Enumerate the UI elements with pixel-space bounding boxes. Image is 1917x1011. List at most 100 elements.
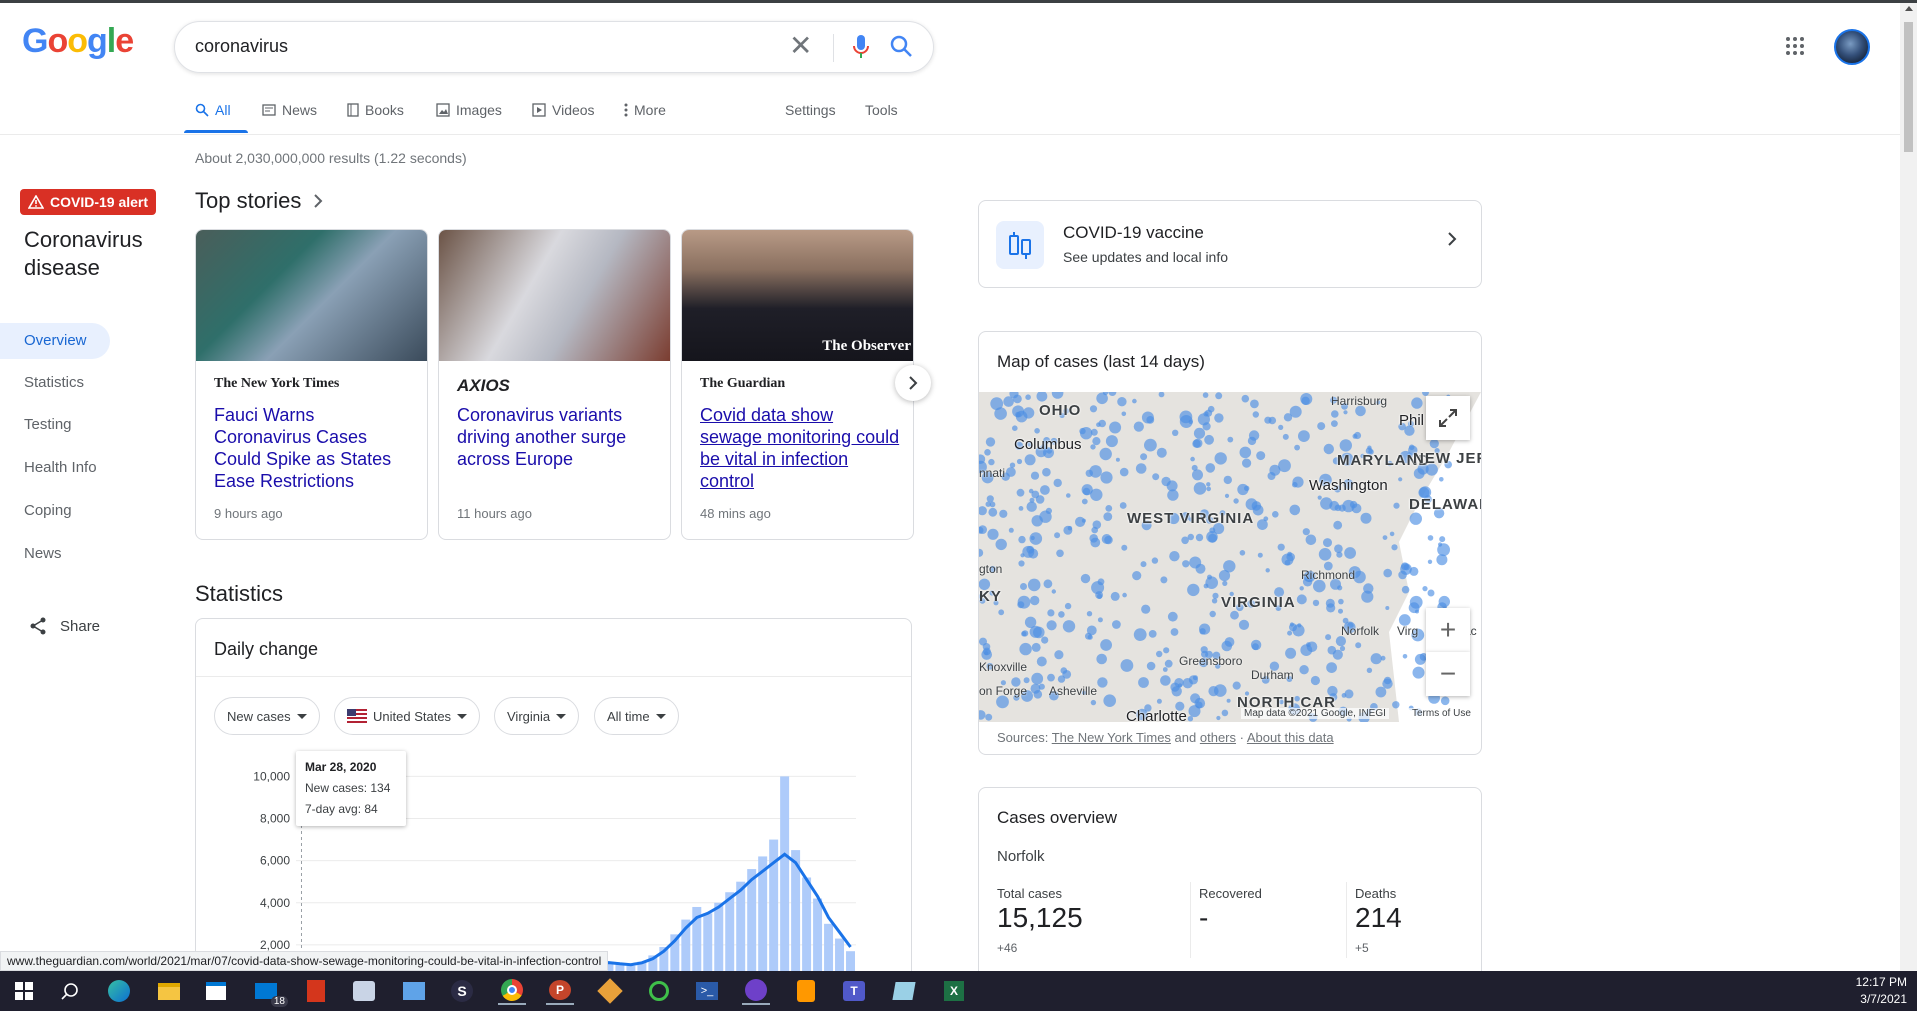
- region-dropdown[interactable]: Virginia: [494, 697, 580, 735]
- story-card-2[interactable]: AXIOS Coronavirus variants driving anoth…: [438, 229, 671, 540]
- map-case-dot: [1187, 716, 1194, 722]
- chart-bar[interactable]: [747, 869, 757, 987]
- taskbar-search-icon[interactable]: [56, 977, 84, 1005]
- outlook-icon[interactable]: [400, 977, 428, 1005]
- powershell-icon[interactable]: >_: [693, 977, 721, 1005]
- google-doodle-logo[interactable]: Google: [22, 22, 134, 61]
- map-case-dot: [1252, 411, 1259, 418]
- map-case-dot: [1097, 593, 1103, 599]
- map-case-dot: [1296, 594, 1307, 605]
- map-case-dot: [1132, 398, 1137, 404]
- search-input[interactable]: coronavirus: [195, 36, 288, 57]
- source-link-nyt[interactable]: The New York Times: [1052, 730, 1171, 745]
- map-case-dot: [1256, 451, 1266, 461]
- stat-value-deaths: 214: [1355, 902, 1402, 933]
- map-case-dot: [1133, 628, 1147, 641]
- map-case-dot: [1151, 557, 1159, 564]
- clear-search-icon[interactable]: ✕: [789, 32, 812, 60]
- map-case-dot: [1216, 715, 1221, 721]
- map-case-dot: [1167, 489, 1179, 501]
- story-headline[interactable]: Covid data show sewage monitoring could …: [700, 404, 900, 492]
- map-case-dot: [1230, 610, 1239, 620]
- chart-bar[interactable]: [780, 776, 790, 987]
- scroll-up-arrow-icon[interactable]: [1905, 6, 1913, 11]
- chart-bar[interactable]: [791, 850, 801, 987]
- stories-next-button[interactable]: [895, 365, 931, 401]
- windows-start-icon[interactable]: [10, 977, 38, 1005]
- taskbar-clock[interactable]: 12:17 PM 3/7/2021: [1856, 974, 1907, 1008]
- map-case-dot: [1331, 410, 1339, 418]
- tab-tools[interactable]: Tools: [865, 100, 898, 120]
- teams-icon[interactable]: T: [840, 977, 868, 1005]
- powerpoint-icon[interactable]: P: [546, 977, 574, 1005]
- link-status-bar: www.theguardian.com/world/2021/mar/07/co…: [0, 951, 609, 971]
- map-city-label: Virg: [1397, 624, 1419, 638]
- zoom-in-button[interactable]: +: [1426, 608, 1470, 652]
- map-case-dot: [1036, 392, 1048, 402]
- sidebar-item-coping[interactable]: Coping: [24, 502, 72, 519]
- app-icon[interactable]: [350, 977, 378, 1005]
- map-terms-link[interactable]: Terms of Use: [1409, 708, 1474, 719]
- tab-settings[interactable]: Settings: [785, 100, 836, 120]
- apps-grid-icon[interactable]: [1785, 36, 1805, 61]
- skype-icon[interactable]: S: [448, 977, 476, 1005]
- metric-dropdown[interactable]: New cases: [214, 697, 320, 735]
- tab-more[interactable]: More: [624, 100, 666, 120]
- map-case-dot: [1195, 533, 1204, 542]
- map-case-dot: [1110, 591, 1120, 601]
- story-headline[interactable]: Fauci Warns Coronavirus Cases Could Spik…: [214, 404, 414, 492]
- story-source: The New York Times: [214, 376, 340, 391]
- timerange-dropdown[interactable]: All time: [594, 697, 679, 735]
- sidebar-item-testing[interactable]: Testing: [24, 416, 72, 433]
- map-case-dot: [1042, 467, 1051, 477]
- search-box[interactable]: coronavirus ✕: [174, 21, 934, 73]
- map-case-dot: [1242, 458, 1252, 468]
- tab-images[interactable]: Images: [436, 100, 502, 120]
- source-link-others[interactable]: others: [1200, 730, 1236, 745]
- app-icon[interactable]: [645, 977, 673, 1005]
- cases-map[interactable]: OHIO WEST VIRGINIA VIRGINIA MARYLAND DEL…: [979, 392, 1481, 722]
- chrome-icon[interactable]: [498, 977, 526, 1005]
- country-dropdown[interactable]: United States: [334, 697, 481, 735]
- map-city-label: Harrisburg: [1331, 394, 1388, 408]
- sidebar-item-health-info[interactable]: Health Info: [24, 459, 97, 476]
- tab-news[interactable]: News: [262, 100, 317, 120]
- app-icon[interactable]: [596, 977, 624, 1005]
- chart-bar[interactable]: [758, 856, 768, 987]
- about-data-link[interactable]: About this data: [1247, 730, 1334, 745]
- acrobat-icon[interactable]: [302, 977, 330, 1005]
- microphone-icon[interactable]: [851, 34, 871, 65]
- share-button[interactable]: Share: [28, 616, 100, 636]
- covid-alert-badge: COVID-19 alert: [20, 189, 157, 215]
- account-avatar[interactable]: [1834, 29, 1870, 65]
- mail-icon[interactable]: 18: [252, 977, 288, 1007]
- tab-videos[interactable]: Videos: [532, 100, 595, 120]
- tab-books[interactable]: Books: [347, 100, 404, 120]
- github-icon[interactable]: [742, 977, 770, 1005]
- map-case-dot: [1034, 428, 1040, 434]
- fullscreen-map-button[interactable]: [1426, 396, 1470, 440]
- map-case-dot: [1263, 516, 1269, 522]
- file-explorer-icon[interactable]: [155, 977, 183, 1005]
- excel-icon[interactable]: X: [940, 977, 968, 1005]
- scrollbar-thumb[interactable]: [1904, 22, 1913, 152]
- sidebar-item-statistics[interactable]: Statistics: [24, 374, 84, 391]
- top-stories-heading[interactable]: Top stories: [195, 188, 323, 214]
- sidebar-item-news[interactable]: News: [24, 545, 62, 562]
- story-card-1[interactable]: The New York Times Fauci Warns Coronavir…: [195, 229, 428, 540]
- map-case-dot: [1030, 595, 1040, 606]
- tab-all[interactable]: All: [195, 100, 231, 120]
- edge-icon[interactable]: [105, 977, 133, 1005]
- map-case-dot: [1277, 543, 1285, 551]
- map-case-dot: [1317, 422, 1326, 431]
- zoom-out-button[interactable]: −: [1426, 652, 1470, 696]
- vaccine-card[interactable]: COVID-19 vaccine See updates and local i…: [978, 200, 1482, 288]
- sublime-icon[interactable]: [792, 977, 820, 1005]
- map-case-dot: [1144, 438, 1157, 452]
- story-headline[interactable]: Coronavirus variants driving another sur…: [457, 404, 657, 470]
- map-case-dot: [1051, 589, 1056, 594]
- search-icon[interactable]: [889, 34, 915, 65]
- story-card-3[interactable]: The Observer The Guardian Covid data sho…: [681, 229, 914, 540]
- app-icon[interactable]: [890, 977, 918, 1005]
- store-icon[interactable]: [202, 977, 230, 1005]
